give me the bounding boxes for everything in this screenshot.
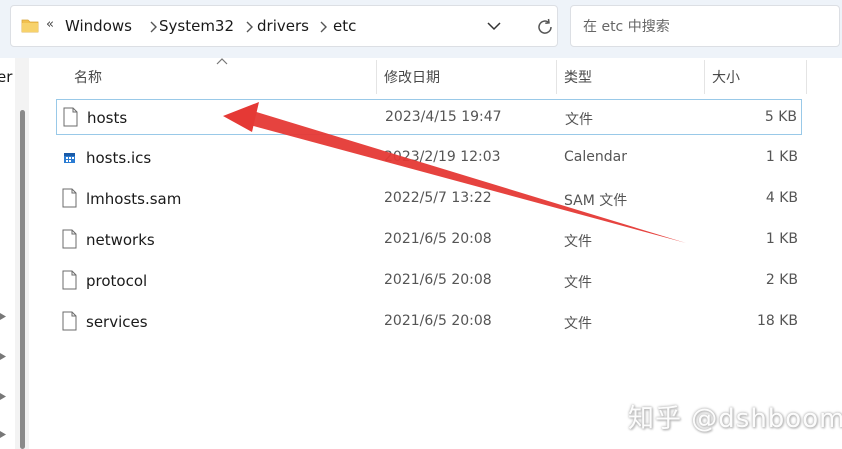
navigation-bar: « Windows System32 drivers etc <box>0 0 842 58</box>
calendar-file-icon <box>64 153 75 163</box>
file-date: 2021/6/5 20:08 <box>384 231 492 247</box>
file-icon <box>62 188 77 208</box>
file-size: 1 KB <box>765 231 798 247</box>
file-row-hosts-ics[interactable]: hosts.ics 2023/2/19 12:03 Calendar 1 KB <box>56 140 802 176</box>
breadcrumb-overflow[interactable]: « <box>46 17 54 32</box>
chevron-down-icon[interactable] <box>487 21 501 31</box>
file-type: 文件 <box>565 112 593 128</box>
breadcrumb-etc[interactable]: etc <box>333 17 356 35</box>
pin-icon[interactable] <box>0 392 7 401</box>
column-divider[interactable] <box>806 60 807 94</box>
file-name[interactable]: hosts.ics <box>86 149 151 167</box>
file-date: 2023/4/15 19:47 <box>385 109 502 125</box>
file-date: 2023/2/19 12:03 <box>384 149 501 165</box>
file-row-protocol[interactable]: protocol 2021/6/5 20:08 文件 2 KB <box>56 263 802 299</box>
file-type: 文件 <box>564 234 592 250</box>
file-name[interactable]: services <box>86 313 148 331</box>
file-name[interactable]: networks <box>86 231 155 249</box>
file-icon <box>62 229 77 249</box>
file-size: 18 KB <box>756 313 798 329</box>
file-row-services[interactable]: services 2021/6/5 20:08 文件 18 KB <box>56 304 802 340</box>
chevron-right-icon[interactable] <box>244 21 254 33</box>
chevron-right-icon[interactable] <box>148 21 158 33</box>
column-name[interactable]: 名称 <box>74 67 102 87</box>
breadcrumb-drivers[interactable]: drivers <box>257 17 309 35</box>
file-name[interactable]: protocol <box>86 272 147 290</box>
scrollbar-thumb[interactable] <box>20 110 25 449</box>
folder-icon <box>21 19 39 33</box>
file-type: Calendar <box>564 149 627 165</box>
file-size: 1 KB <box>765 149 798 165</box>
column-divider[interactable] <box>376 60 377 94</box>
file-icon <box>62 270 77 290</box>
refresh-icon[interactable] <box>536 18 554 36</box>
file-size: 4 KB <box>765 190 798 206</box>
file-icon <box>62 311 77 331</box>
sort-ascending-icon[interactable] <box>216 57 228 65</box>
address-bar[interactable]: « Windows System32 drivers etc <box>10 5 558 47</box>
file-date: 2021/6/5 20:08 <box>384 313 492 329</box>
column-type[interactable]: 类型 <box>564 67 592 87</box>
breadcrumb-system32[interactable]: System32 <box>159 17 234 35</box>
column-divider[interactable] <box>704 60 705 94</box>
search-input[interactable] <box>581 16 825 38</box>
pin-icon[interactable] <box>0 430 7 439</box>
search-box[interactable] <box>570 5 840 47</box>
file-row-lmhosts-sam[interactable]: lmhosts.sam 2022/5/7 13:22 SAM 文件 4 KB <box>56 181 802 217</box>
file-type: 文件 <box>564 275 592 291</box>
file-date: 2021/6/5 20:08 <box>384 272 492 288</box>
file-type: SAM 文件 <box>564 193 628 209</box>
column-header: 名称 修改日期 类型 大小 <box>56 57 807 94</box>
file-row-networks[interactable]: networks 2021/6/5 20:08 文件 1 KB <box>56 222 802 258</box>
file-icon <box>63 107 78 127</box>
watermark: 知乎 @dshboom <box>628 404 842 434</box>
file-date: 2022/5/7 13:22 <box>384 190 492 206</box>
column-date-modified[interactable]: 修改日期 <box>384 67 440 87</box>
nav-item-label[interactable]: er <box>0 68 12 86</box>
file-type: 文件 <box>564 316 592 332</box>
pin-icon[interactable] <box>0 312 7 321</box>
column-size[interactable]: 大小 <box>712 67 740 87</box>
column-divider[interactable] <box>556 60 557 94</box>
file-name[interactable]: hosts <box>87 109 127 127</box>
breadcrumb-windows[interactable]: Windows <box>65 17 132 35</box>
file-size: 2 KB <box>765 272 798 288</box>
chevron-right-icon[interactable] <box>318 21 328 33</box>
pin-icon[interactable] <box>0 352 7 361</box>
file-size: 5 KB <box>764 109 797 125</box>
file-row-hosts[interactable]: hosts 2023/4/15 19:47 文件 5 KB <box>56 99 802 135</box>
file-name[interactable]: lmhosts.sam <box>86 190 181 208</box>
